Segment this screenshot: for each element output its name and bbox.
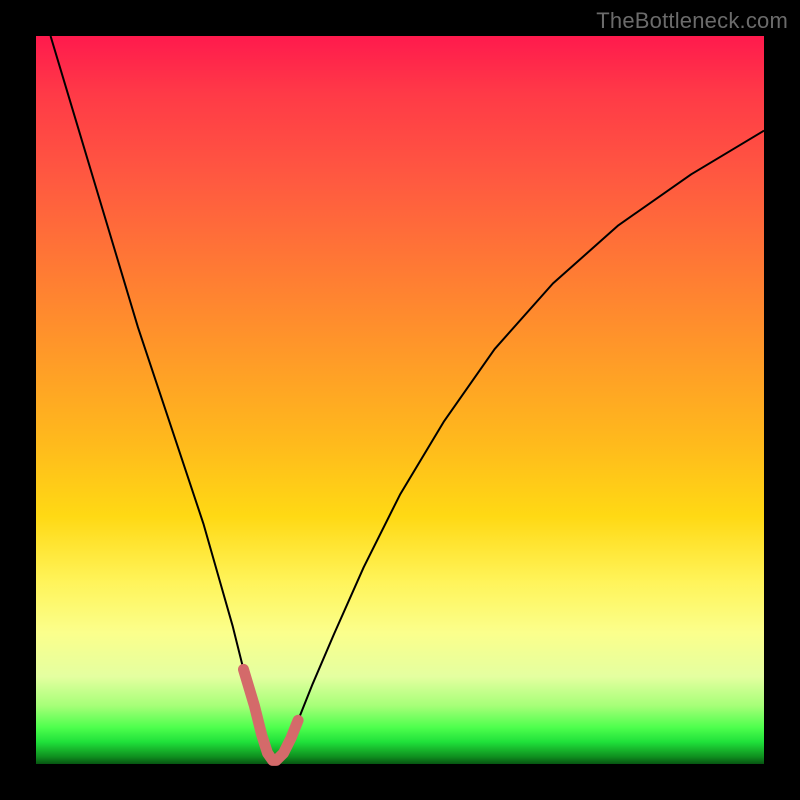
chart-frame: TheBottleneck.com bbox=[0, 0, 800, 800]
bottleneck-curve bbox=[51, 36, 764, 760]
watermark-text: TheBottleneck.com bbox=[596, 8, 788, 34]
curve-layer bbox=[36, 36, 764, 764]
highlight-valley bbox=[243, 669, 298, 760]
plot-area bbox=[36, 36, 764, 764]
